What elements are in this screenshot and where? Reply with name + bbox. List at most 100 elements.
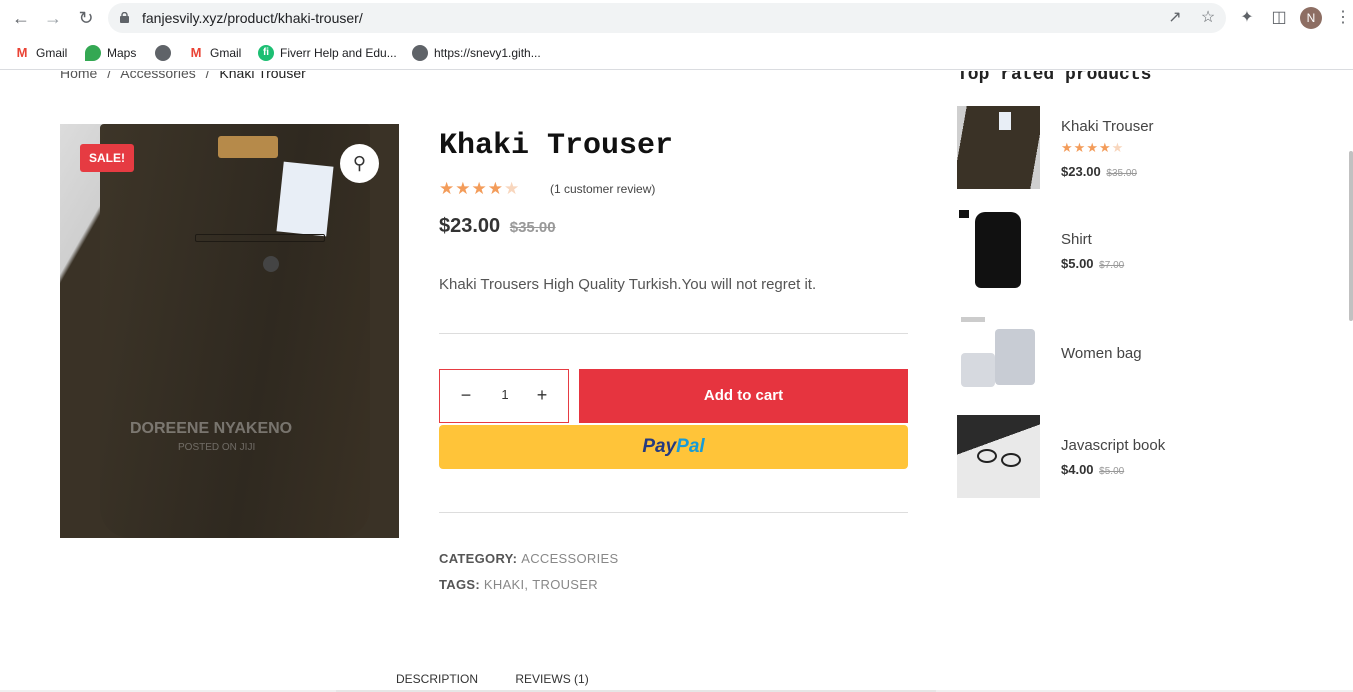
fiverr-icon: fi bbox=[258, 45, 274, 61]
bag-small-shape bbox=[961, 353, 995, 387]
url-text: fanjesvily.xyz/product/khaki-trouser/ bbox=[142, 10, 363, 26]
bookmark-label: Gmail bbox=[210, 46, 242, 60]
star-icon: ★ bbox=[1061, 140, 1074, 155]
product-thumbnail[interactable] bbox=[957, 106, 1040, 189]
paypal-button[interactable]: PayPal bbox=[439, 425, 908, 469]
add-to-cart-button[interactable]: Add to cart bbox=[579, 369, 908, 423]
breadcrumb-home[interactable]: Home bbox=[60, 71, 97, 81]
breadcrumb: Home / Accessories / Khaki Trouser bbox=[60, 71, 312, 81]
product-tabs: DESCRIPTION REVIEWS (1) bbox=[396, 672, 623, 686]
item-current-price: $23.00 bbox=[1061, 164, 1101, 179]
old-price: $35.00 bbox=[509, 219, 556, 236]
gmail-icon: M bbox=[14, 45, 30, 61]
back-arrow-icon[interactable]: ← bbox=[11, 8, 31, 28]
bookmark-gmail-2[interactable]: M Gmail bbox=[188, 45, 241, 61]
sidebar-title: Top rated products bbox=[957, 71, 1152, 85]
customer-review-link[interactable]: (1 customer review) bbox=[550, 182, 655, 196]
item-name[interactable]: Khaki Trouser bbox=[1061, 118, 1154, 135]
address-bar[interactable]: fanjesvily.xyz/product/khaki-trouser/ ↗ … bbox=[108, 3, 1226, 33]
bookmark-maps[interactable]: Maps bbox=[85, 45, 136, 61]
bookmark-globe[interactable] bbox=[155, 45, 177, 61]
star-icon: ★ bbox=[1098, 140, 1112, 155]
top-rated-item[interactable]: Women bag bbox=[957, 311, 1257, 395]
shirt-shape bbox=[975, 212, 1021, 288]
paypal-logo-pay: Pay bbox=[642, 436, 677, 457]
plus-icon[interactable]: + bbox=[532, 385, 552, 405]
image-watermark: DOREENE NYAKENO bbox=[130, 420, 293, 437]
image-watermark-sub: POSTED ON JIJI bbox=[178, 442, 256, 453]
product-page: Home / Accessories / Khaki Trouser DOREE… bbox=[0, 71, 1353, 692]
side-panel-icon[interactable]: ◫ bbox=[1269, 8, 1289, 28]
extensions-puzzle-icon[interactable]: ✦ bbox=[1237, 8, 1257, 28]
product-thumbnail[interactable] bbox=[957, 208, 1040, 291]
item-old-price: $5.00 bbox=[1099, 466, 1125, 477]
pocket-button bbox=[263, 256, 279, 272]
bag-label bbox=[961, 317, 985, 322]
item-old-price: $35.00 bbox=[1106, 168, 1137, 179]
star-empty-icon: ★ bbox=[1111, 140, 1125, 155]
top-rated-item[interactable]: Javascript book $4.00 $5.00 bbox=[957, 415, 1257, 499]
product-price: $23.00 $35.00 bbox=[439, 215, 556, 238]
tab-description[interactable]: DESCRIPTION bbox=[396, 672, 478, 686]
category-link[interactable]: ACCESSORIES bbox=[521, 551, 618, 566]
bookmark-fiverr[interactable]: fi Fiverr Help and Edu... bbox=[258, 45, 397, 61]
item-name[interactable]: Shirt bbox=[1061, 231, 1092, 248]
tab-reviews[interactable]: REVIEWS (1) bbox=[515, 672, 588, 686]
tag-link-trouser[interactable]: TROUSER bbox=[532, 577, 598, 592]
product-description: Khaki Trousers High Quality Turkish.You … bbox=[439, 276, 817, 293]
belt-label bbox=[218, 136, 278, 158]
globe-icon bbox=[412, 45, 428, 61]
bookmark-label: Gmail bbox=[36, 46, 68, 60]
star-bookmark-icon[interactable]: ☆ bbox=[1199, 9, 1217, 27]
product-image[interactable]: DOREENE NYAKENO POSTED ON JIJI bbox=[60, 124, 399, 538]
price-tag bbox=[276, 161, 334, 237]
star-icon: ★ bbox=[1086, 140, 1099, 155]
zoom-magnifier-icon[interactable]: ⚲ bbox=[340, 144, 379, 183]
breadcrumb-sep: / bbox=[107, 71, 112, 81]
item-old-price: $7.00 bbox=[1099, 260, 1125, 271]
item-price: $4.00 $5.00 bbox=[1061, 462, 1124, 477]
product-title: Khaki Trouser bbox=[439, 129, 674, 163]
bookmark-gmail[interactable]: M Gmail bbox=[14, 45, 67, 61]
trouser-shape bbox=[100, 124, 370, 538]
tags-meta: TAGS: KHAKI, TROUSER bbox=[439, 577, 598, 592]
quantity-input[interactable]: 1 bbox=[495, 387, 515, 402]
star-icon: ★ bbox=[1073, 140, 1087, 155]
globe-icon bbox=[155, 45, 171, 61]
bag-large-shape bbox=[995, 329, 1035, 385]
top-rated-item[interactable]: Khaki Trouser ★★★★★ $23.00 $35.00 bbox=[957, 106, 1257, 190]
tag-link-khaki[interactable]: KHAKI bbox=[484, 577, 525, 592]
forward-arrow-icon[interactable]: → bbox=[43, 8, 63, 28]
item-name[interactable]: Javascript book bbox=[1061, 437, 1165, 454]
kebab-menu-icon[interactable]: ⋮ bbox=[1335, 8, 1351, 28]
shirt-logo bbox=[959, 210, 969, 218]
share-icon[interactable]: ↗ bbox=[1166, 9, 1184, 27]
profile-avatar[interactable]: N bbox=[1300, 7, 1322, 29]
bookmark-snevy[interactable]: https://snevy1.gith... bbox=[412, 45, 541, 61]
lock-icon bbox=[120, 12, 129, 23]
bookmark-label: Maps bbox=[107, 46, 137, 60]
current-price: $23.00 bbox=[439, 215, 501, 237]
product-thumbnail[interactable] bbox=[957, 311, 1040, 394]
product-thumbnail[interactable] bbox=[957, 415, 1040, 498]
breadcrumb-accessories[interactable]: Accessories bbox=[120, 71, 195, 81]
item-price: $5.00 $7.00 bbox=[1061, 256, 1124, 271]
top-rated-item[interactable]: Shirt $5.00 $7.00 bbox=[957, 208, 1257, 292]
minus-icon[interactable]: − bbox=[456, 385, 476, 405]
category-meta: CATEGORY: ACCESSORIES bbox=[439, 551, 618, 566]
sale-badge: SALE! bbox=[80, 144, 134, 172]
breadcrumb-sep: / bbox=[205, 71, 210, 81]
star-icon: ★ bbox=[487, 179, 504, 198]
category-label: CATEGORY: bbox=[439, 551, 518, 566]
reload-icon[interactable]: ↻ bbox=[76, 8, 96, 28]
maps-pin-icon bbox=[85, 45, 101, 61]
tag-separator: , bbox=[524, 577, 529, 592]
item-name[interactable]: Women bag bbox=[1061, 345, 1142, 362]
item-current-price: $5.00 bbox=[1061, 256, 1094, 271]
page-scrollbar[interactable] bbox=[1349, 151, 1353, 321]
bookmark-label: Fiverr Help and Edu... bbox=[280, 46, 397, 60]
glasses-right bbox=[1001, 453, 1021, 467]
tags-label: TAGS: bbox=[439, 577, 480, 592]
pocket bbox=[195, 234, 325, 242]
bookmark-label: https://snevy1.gith... bbox=[434, 46, 541, 60]
